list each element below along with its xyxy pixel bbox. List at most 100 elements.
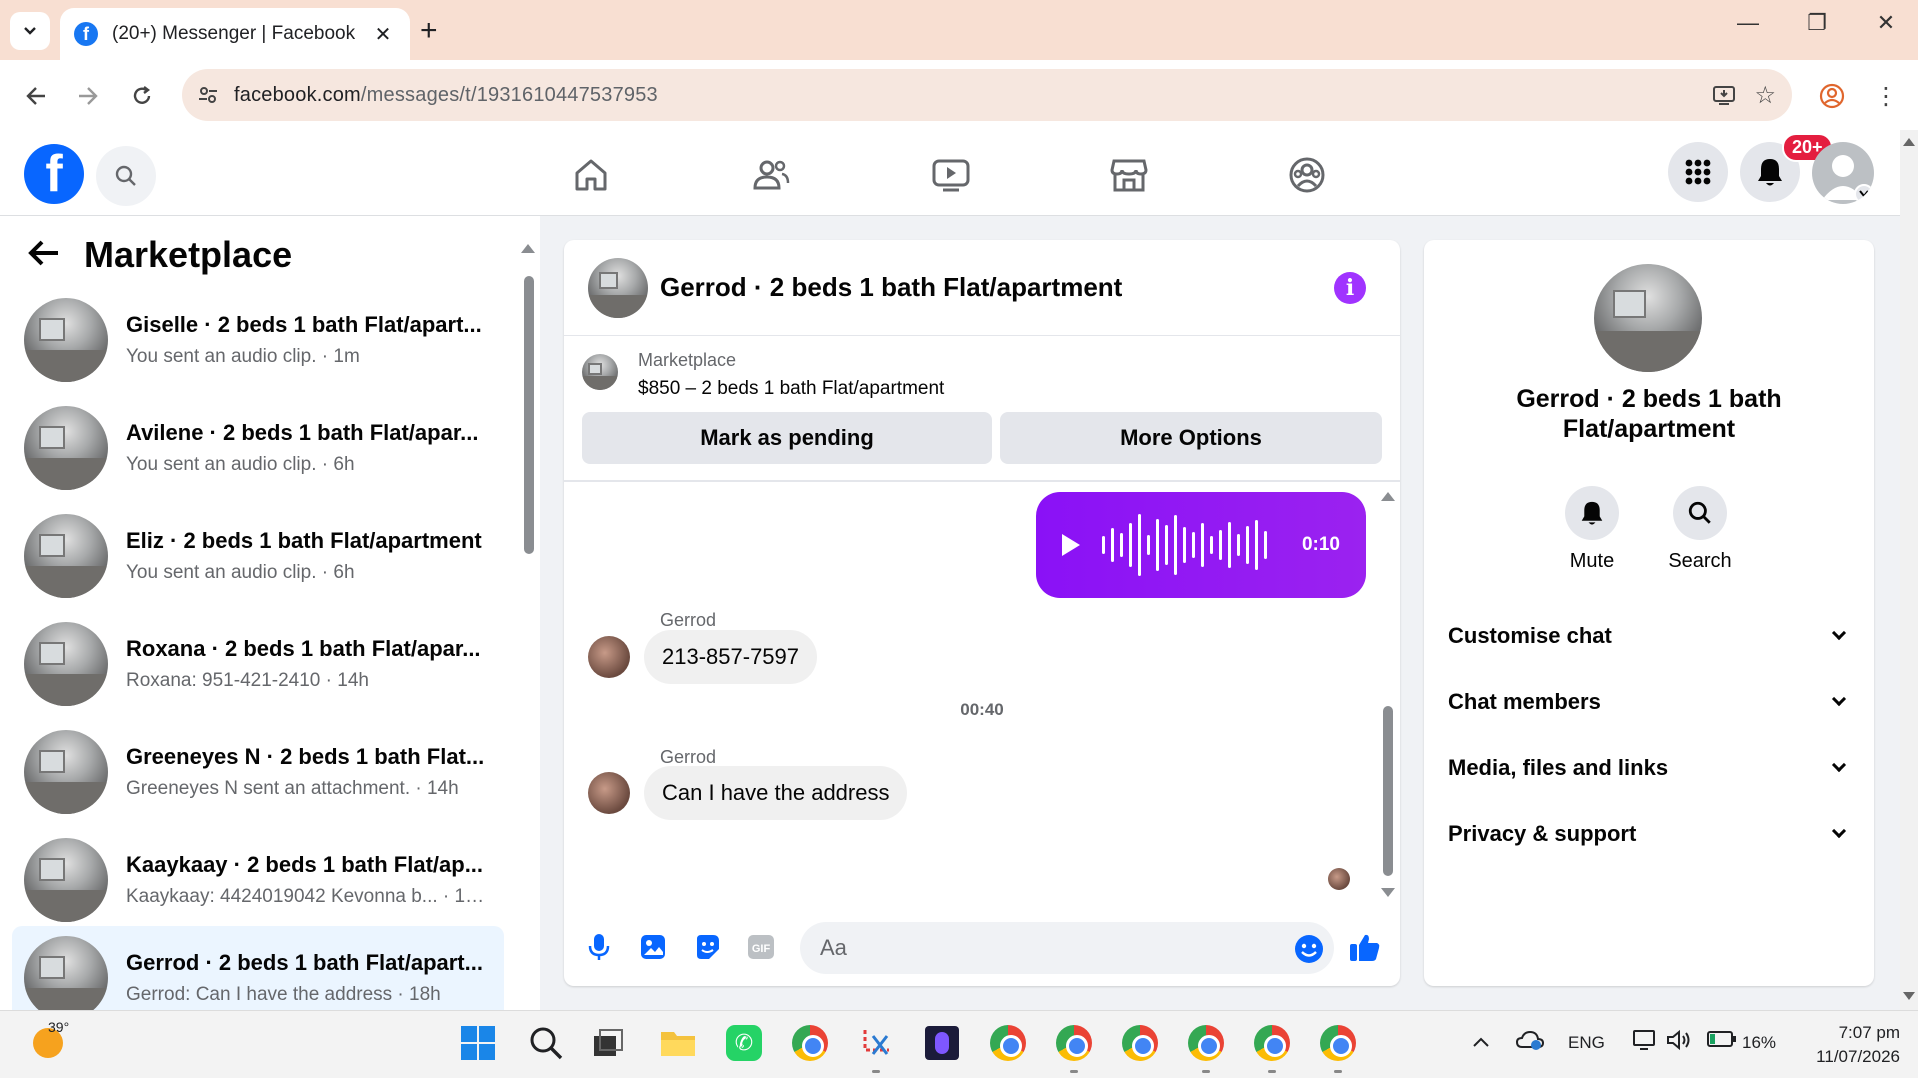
- app-icon-purple[interactable]: [922, 1023, 962, 1063]
- close-window-icon[interactable]: ✕: [1866, 10, 1906, 36]
- nav-friends[interactable]: [748, 152, 794, 198]
- install-app-icon[interactable]: [1712, 83, 1736, 112]
- section-privacy-support[interactable]: Privacy & support: [1448, 808, 1852, 860]
- gif-icon[interactable]: GIF: [744, 930, 778, 964]
- profile-icon[interactable]: [1814, 78, 1850, 114]
- scrollbar-thumb[interactable]: [1383, 706, 1393, 876]
- section-chat-members[interactable]: Chat members: [1448, 676, 1852, 728]
- chat-scrollbar[interactable]: [1380, 486, 1396, 900]
- back-arrow-icon[interactable]: [28, 234, 60, 276]
- tab-close-icon[interactable]: ✕: [370, 22, 396, 47]
- section-label: Chat members: [1448, 689, 1601, 714]
- conversation-item[interactable]: Avilene · 2 beds 1 bath Flat/apar... You …: [12, 396, 504, 500]
- chat-listing-thumbnail[interactable]: [588, 257, 648, 318]
- scrollbar-thumb[interactable]: [524, 276, 534, 554]
- file-explorer-icon[interactable]: [658, 1023, 698, 1063]
- conversation-list-scrollbar[interactable]: [520, 236, 536, 1023]
- conversation-item[interactable]: Kaaykaay · 2 beds 1 bath Flat/ap... Kaayk…: [12, 828, 504, 932]
- search-in-chat-button[interactable]: Search: [1660, 486, 1740, 573]
- nav-groups[interactable]: [1284, 152, 1330, 198]
- menu-button[interactable]: [1668, 142, 1728, 202]
- mark-as-pending-button[interactable]: Mark as pending: [582, 412, 992, 464]
- whatsapp-icon[interactable]: ✆: [724, 1023, 764, 1063]
- message-sender: Gerrod: [660, 610, 717, 630]
- mute-button[interactable]: Mute: [1552, 486, 1632, 573]
- sender-avatar[interactable]: [588, 772, 630, 814]
- chat-title[interactable]: Gerrod · 2 beds 1 bath Flat/apartment: [660, 272, 1122, 303]
- message-bubble[interactable]: 213-857-7597: [644, 630, 818, 684]
- page-scrollbar[interactable]: [1900, 130, 1918, 1010]
- conversation-item[interactable]: Greeneyes N · 2 beds 1 bath Flat... Green…: [12, 720, 504, 824]
- facebook-logo[interactable]: f: [24, 144, 84, 204]
- panel-title: Marketplace: [84, 234, 293, 275]
- bookmark-star-icon[interactable]: ☆: [1754, 81, 1776, 110]
- more-options-button[interactable]: More Options: [1000, 412, 1382, 464]
- play-icon[interactable]: [1062, 534, 1080, 556]
- chrome-profile-icon[interactable]: [1186, 1023, 1226, 1073]
- task-view-icon[interactable]: [588, 1023, 628, 1063]
- new-tab-button[interactable]: +: [420, 14, 438, 48]
- start-button[interactable]: [458, 1023, 498, 1063]
- taskbar-search-icon[interactable]: [526, 1023, 566, 1063]
- chat-header: Gerrod · 2 beds 1 bath Flat/apartment i: [564, 240, 1400, 336]
- forward-icon[interactable]: [70, 78, 106, 114]
- info-icon[interactable]: i: [1334, 272, 1366, 304]
- message-input[interactable]: Aa: [800, 922, 1334, 974]
- microphone-icon[interactable]: [582, 930, 616, 964]
- tray-chevron-up-icon[interactable]: [1472, 1033, 1490, 1053]
- minimize-icon[interactable]: —: [1728, 10, 1768, 36]
- tab-search-button[interactable]: [10, 12, 50, 50]
- network-icon[interactable]: [1632, 1029, 1658, 1056]
- volume-icon[interactable]: [1666, 1029, 1692, 1056]
- conversation-name: Eliz · 2 beds 1 bath Flat/apartment: [126, 528, 482, 553]
- scroll-down-icon[interactable]: [1903, 992, 1915, 1000]
- sender-avatar[interactable]: [588, 636, 630, 678]
- running-indicator: [1202, 1070, 1210, 1073]
- nav-marketplace[interactable]: [1106, 152, 1152, 198]
- weather-widget[interactable]: 39°: [28, 1019, 69, 1063]
- snipping-tool-icon[interactable]: [856, 1023, 896, 1073]
- chrome-icon[interactable]: [790, 1023, 830, 1063]
- scroll-down-icon[interactable]: [1381, 888, 1395, 897]
- image-attach-icon[interactable]: [636, 930, 670, 964]
- chrome-profile-icon[interactable]: [1318, 1023, 1358, 1073]
- chrome-icon[interactable]: [988, 1023, 1028, 1063]
- language-indicator[interactable]: ENG: [1568, 1033, 1605, 1053]
- sticker-icon[interactable]: [690, 930, 724, 964]
- account-avatar[interactable]: [1812, 142, 1874, 204]
- conversation-item[interactable]: Roxana · 2 beds 1 bath Flat/apar... Roxan…: [12, 612, 504, 716]
- conversation-item[interactable]: Eliz · 2 beds 1 bath Flat/apartment You s…: [12, 504, 504, 608]
- nav-home[interactable]: [568, 152, 614, 198]
- chrome-profile-s-icon[interactable]: [1054, 1023, 1094, 1073]
- section-customise-chat[interactable]: Customise chat: [1448, 610, 1852, 662]
- conversation-name: Gerrod · 2 beds 1 bath Flat/apart...: [126, 950, 483, 975]
- conversation-preview: Roxana: 951-421-2410 · 14h: [126, 670, 369, 691]
- chrome-profile-icon[interactable]: [1120, 1023, 1160, 1063]
- system-clock[interactable]: 7:07 pm 11/07/2026: [1790, 1021, 1900, 1069]
- scroll-up-icon[interactable]: [1903, 138, 1915, 146]
- facebook-search-button[interactable]: [96, 146, 156, 206]
- conversation-item[interactable]: Giselle · 2 beds 1 bath Flat/apart... You…: [12, 288, 504, 392]
- chrome-profile-icon[interactable]: [1252, 1023, 1292, 1073]
- reload-icon[interactable]: [124, 78, 160, 114]
- audio-message[interactable]: 0:10: [1036, 492, 1366, 598]
- site-settings-icon[interactable]: [182, 84, 234, 106]
- emoji-icon[interactable]: [1294, 934, 1324, 970]
- thumbs-up-icon[interactable]: [1348, 930, 1382, 964]
- scroll-up-icon[interactable]: [521, 244, 535, 253]
- chat-panel: Gerrod · 2 beds 1 bath Flat/apartment i …: [564, 240, 1400, 986]
- battery-icon[interactable]: [1706, 1029, 1738, 1054]
- listing-title[interactable]: $850 – 2 beds 1 bath Flat/apartment: [638, 378, 944, 400]
- onedrive-icon[interactable]: [1515, 1029, 1545, 1056]
- info-listing-thumbnail[interactable]: [1594, 264, 1702, 372]
- nav-video[interactable]: [928, 152, 974, 198]
- message-bubble[interactable]: Can I have the address: [644, 766, 908, 820]
- section-media-files-links[interactable]: Media, files and links: [1448, 742, 1852, 794]
- browser-tab-messenger[interactable]: f (20+) Messenger | Facebook ✕: [60, 8, 410, 60]
- back-icon[interactable]: [18, 78, 54, 114]
- restore-icon[interactable]: ❐: [1797, 10, 1837, 36]
- scroll-up-icon[interactable]: [1381, 492, 1395, 501]
- browser-menu-icon[interactable]: ⋮: [1868, 78, 1904, 114]
- listing-small-thumbnail[interactable]: [582, 354, 618, 390]
- address-bar[interactable]: facebook.com/messages/t/1931610447537953…: [182, 69, 1792, 121]
